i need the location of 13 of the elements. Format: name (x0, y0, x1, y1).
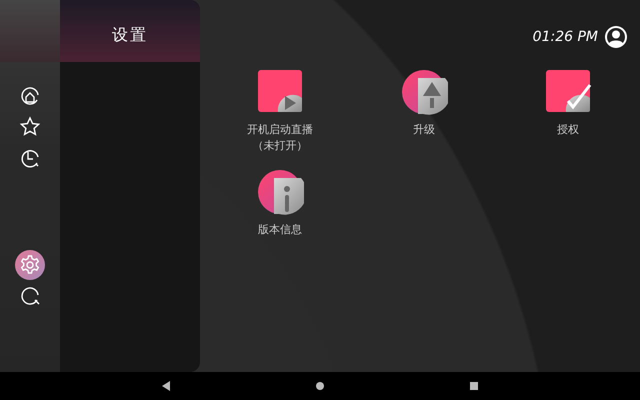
panel-title: 设置 (112, 24, 148, 46)
tile-label[interactable]: 版本信息 (258, 222, 302, 238)
clock-time: 01:26 PM (532, 29, 598, 45)
tile-label[interactable]: 升级 (413, 122, 435, 138)
user-avatar-icon[interactable] (604, 25, 628, 49)
settings-icon[interactable] (15, 250, 45, 280)
home-icon[interactable] (313, 379, 327, 393)
tile-label[interactable]: 授权 (557, 122, 579, 138)
info-icon[interactable] (256, 168, 304, 216)
tile-label[interactable]: 开机启动直播 (247, 122, 313, 138)
status-note: （未打开） (252, 138, 308, 154)
upload-icon[interactable] (400, 68, 448, 116)
recents-icon[interactable] (467, 379, 481, 393)
